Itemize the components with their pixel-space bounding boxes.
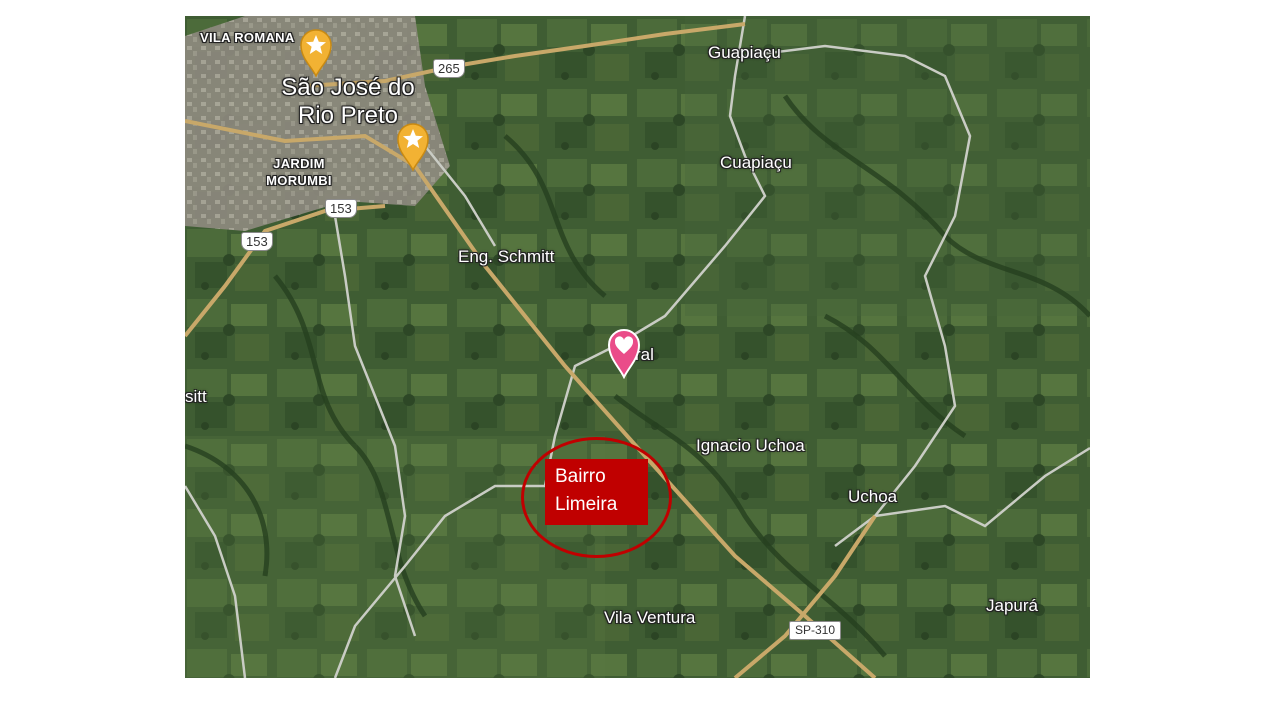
sp-310-shield: SP-310 <box>789 621 842 640</box>
road-153-shield: 153 <box>325 199 357 218</box>
callout-line-1: Bairro <box>555 466 606 487</box>
star-pin-icon[interactable] <box>396 122 430 172</box>
eng-schmitt-label: Eng. Schmitt <box>458 247 555 266</box>
road-153-shield: 153 <box>241 232 273 251</box>
vila-romana-label: VILA ROMANA <box>200 30 295 45</box>
bairro-limeira-callout: Bairro Limeira <box>545 459 648 525</box>
vila-ventura-label: Vila Ventura <box>604 608 696 627</box>
heart-pin-icon[interactable] <box>607 327 641 379</box>
satellite-map[interactable]: VILA ROMANA São José do Rio Preto JARDIM… <box>185 16 1090 678</box>
star-pin-icon[interactable] <box>299 28 333 78</box>
cuapiacu-label: Cuapiaçu <box>720 153 792 172</box>
japura-label: Japurá <box>986 596 1038 615</box>
uchoa-label: Uchoa <box>848 487 898 506</box>
callout-line-2: Limeira <box>555 494 618 515</box>
jardim-morumbi-label: JARDIM MORUMBI <box>266 156 332 188</box>
road-265-shield: 265 <box>433 59 465 78</box>
schmitt-partial-label: sitt <box>185 387 207 406</box>
ignacio-uchoa-label: Ignacio Uchoa <box>696 436 805 455</box>
guapiacu-label: Guapiaçu <box>708 43 781 62</box>
